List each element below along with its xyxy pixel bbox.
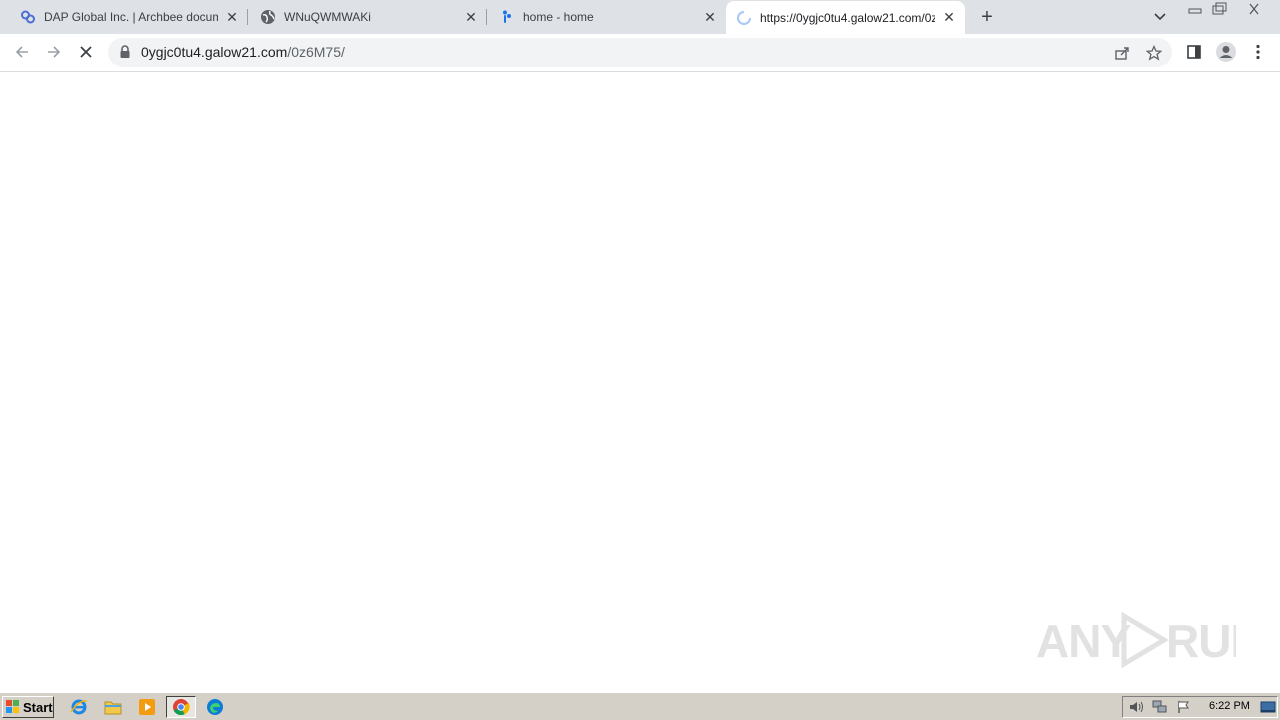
windows-logo-icon [6,700,20,714]
new-tab-button[interactable]: + [976,6,998,28]
clock[interactable]: 6:22 PM [1209,700,1250,712]
svg-text:ANY: ANY [1036,615,1130,667]
system-tray: 6:22 PM [1122,696,1278,718]
anyrun-watermark: ANY RUN [1036,610,1236,670]
lock-icon[interactable] [119,45,131,59]
tab-archbee[interactable]: DAP Global Inc. | Archbee document ✕ [0,0,248,34]
tab-active-loading[interactable]: https://0ygjc0tu4.galow21.com/0z6M75/ ✕ [726,1,965,34]
page-content [0,72,1280,692]
tab-wnuq[interactable]: WNuQWMWAKi ✕ [248,0,487,34]
network-icon[interactable] [1151,699,1169,715]
tab-title: home - home [523,10,594,24]
archbee-icon [20,9,36,25]
start-button[interactable]: Start [2,696,54,718]
url-path: /0z6M75/ [287,44,345,60]
forward-icon[interactable] [42,40,66,64]
figma-icon [499,9,515,25]
stop-loading-icon[interactable] [74,40,98,64]
back-icon[interactable] [10,40,34,64]
chrome-taskbar-icon[interactable] [166,696,196,718]
windows-taskbar: Start 6:22 PM [0,692,1280,720]
media-player-icon[interactable] [134,696,160,718]
close-tab-icon[interactable]: ✕ [941,9,957,26]
start-label: Start [23,699,53,715]
close-tab-icon[interactable]: ✕ [224,9,240,25]
profile-avatar-icon[interactable] [1214,40,1238,64]
restore-window-icon[interactable] [1208,0,1230,17]
bookmark-star-icon[interactable] [1144,43,1164,63]
minimize-window-icon[interactable] [1184,0,1206,17]
tab-title: WNuQWMWAKi [284,10,371,24]
loading-spinner-icon [736,10,752,26]
tab-title: https://0ygjc0tu4.galow21.com/0z6M75/ [760,10,935,25]
edge-icon[interactable] [202,696,228,718]
browser-toolbar: 0ygjc0tu4.galow21.com/0z6M75/ [0,34,1280,72]
share-icon[interactable] [1112,43,1132,63]
close-tab-icon[interactable]: ✕ [702,9,718,25]
action-center-flag-icon[interactable] [1175,699,1193,715]
volume-icon[interactable] [1127,699,1145,715]
side-panel-icon[interactable] [1182,40,1206,64]
tab-strip: DAP Global Inc. | Archbee document ✕ WNu… [0,0,1280,34]
url-host: 0ygjc0tu4.galow21.com [141,44,288,60]
internet-explorer-icon[interactable] [66,696,92,718]
svg-text:RUN: RUN [1166,615,1236,667]
address-bar[interactable]: 0ygjc0tu4.galow21.com/0z6M75/ [108,38,1172,67]
file-explorer-icon[interactable] [100,696,126,718]
tab-home[interactable]: home - home ✕ [487,0,726,34]
show-desktop-icon[interactable] [1259,699,1277,715]
menu-kebab-icon[interactable] [1246,40,1270,64]
tab-title: DAP Global Inc. | Archbee document [44,10,218,24]
tab-search-icon[interactable] [1150,8,1170,26]
close-tab-icon[interactable]: ✕ [463,9,479,25]
url-text[interactable]: 0ygjc0tu4.galow21.com/0z6M75/ [141,44,345,60]
globe-icon [260,9,276,25]
close-window-icon[interactable] [1232,0,1276,17]
